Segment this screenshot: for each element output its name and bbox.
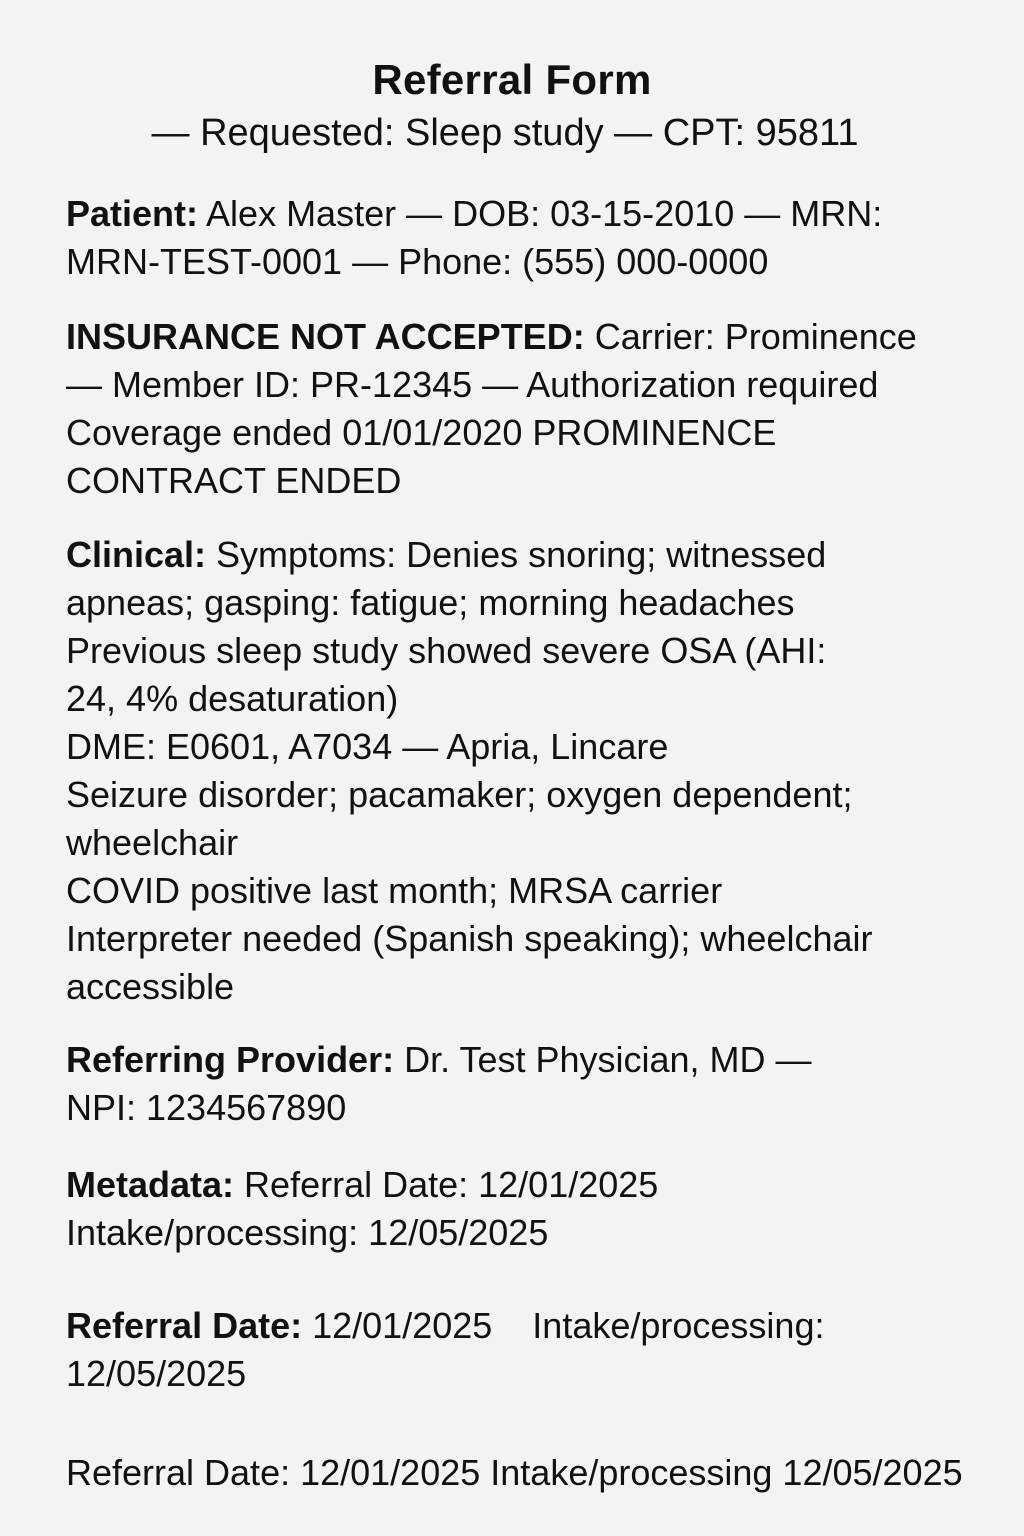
metadata-section: Metadata: Referral Date: 12/01/2025 Inta… (66, 1161, 986, 1257)
intake-label: Intake/processing: (532, 1305, 825, 1346)
insurance-section: INSURANCE NOT ACCEPTED: Carrier: Promine… (66, 313, 986, 505)
insurance-line-4: CONTRACT ENDED (66, 460, 402, 501)
patient-line-1: Patient: Alex Master — DOB: 03-15-2010 —… (66, 190, 986, 238)
referral-date-value: 12/01/2025 (312, 1305, 493, 1346)
provider-name: Dr. Test Physician, MD — (404, 1039, 812, 1080)
footer-text: Referral Date: 12/01/2025 Intake/process… (66, 1452, 963, 1493)
insurance-status-label: INSURANCE NOT ACCEPTED: (66, 316, 585, 357)
referral-form-page: Referral Form — Requested: Sleep study —… (0, 0, 1024, 1536)
clinical-line-6: Seizure disorder; pacamaker; oxygen depe… (66, 774, 853, 815)
insurance-line-3: Coverage ended 01/01/2020 PROMINENCE (66, 412, 777, 453)
clinical-line-10: accessible (66, 966, 235, 1007)
clinical-line-3: Previous sleep study showed severe OSA (… (66, 630, 827, 671)
referral-date-label: Referral Date: (66, 1305, 303, 1346)
clinical-line-1: Clinical: Symptoms: Denies snoring; witn… (66, 531, 986, 579)
clinical-line-2: apneas; gasping: fatigue; morning headac… (66, 582, 795, 623)
referring-provider-section: Referring Provider: Dr. Test Physician, … (66, 1036, 986, 1132)
metadata-intake-date: Intake/processing: 12/05/2025 (66, 1212, 549, 1253)
form-title: Referral Form (372, 56, 652, 103)
clinical-line-4: 24, 4% desaturation) (66, 678, 399, 719)
clinical-symptoms: Symptoms: Denies snoring; witnessed (216, 534, 827, 575)
patient-line-2: MRN-TEST-0001 — Phone: (555) 000-0000 (66, 241, 769, 282)
patient-section: Patient: Alex Master — DOB: 03-15-2010 —… (66, 190, 986, 286)
provider-npi: NPI: 1234567890 (66, 1087, 347, 1128)
metadata-referral-date: Referral Date: 12/01/2025 (244, 1164, 659, 1205)
insurance-line-1: INSURANCE NOT ACCEPTED: Carrier: Promine… (66, 313, 986, 361)
clinical-line-9: Interpreter needed (Spanish speaking); w… (66, 918, 873, 959)
insurance-carrier: Carrier: Prominence (594, 316, 917, 357)
metadata-label: Metadata: (66, 1164, 235, 1205)
referral-dates-section: Referral Date: 12/01/2025 Intake/processi… (66, 1302, 986, 1398)
clinical-line-8: COVID positive last month; MRSA carrier (66, 870, 723, 911)
dates-line-1: Referral Date: 12/01/2025 Intake/processi… (66, 1302, 986, 1350)
clinical-line-7: wheelchair (66, 822, 239, 863)
provider-label: Referring Provider: (66, 1039, 395, 1080)
clinical-line-5: DME: E0601, A7034 — Apria, Lincare (66, 726, 669, 767)
patient-label: Patient: (66, 193, 199, 234)
clinical-section: Clinical: Symptoms: Denies snoring; witn… (66, 531, 986, 1011)
intake-date-value: 12/05/2025 (66, 1353, 247, 1394)
insurance-line-2: — Member ID: PR-12345 — Authorization re… (66, 364, 879, 405)
requested-service-line: — Requested: Sleep study — CPT: 95811 (151, 112, 859, 154)
clinical-label: Clinical: (66, 534, 207, 575)
provider-line-1: Referring Provider: Dr. Test Physician, … (66, 1036, 986, 1084)
footer-dates-line: Referral Date: 12/01/2025 Intake/process… (66, 1449, 1006, 1497)
patient-details: Alex Master — DOB: 03-15-2010 — MRN: (206, 193, 883, 234)
metadata-line-1: Metadata: Referral Date: 12/01/2025 (66, 1161, 986, 1209)
